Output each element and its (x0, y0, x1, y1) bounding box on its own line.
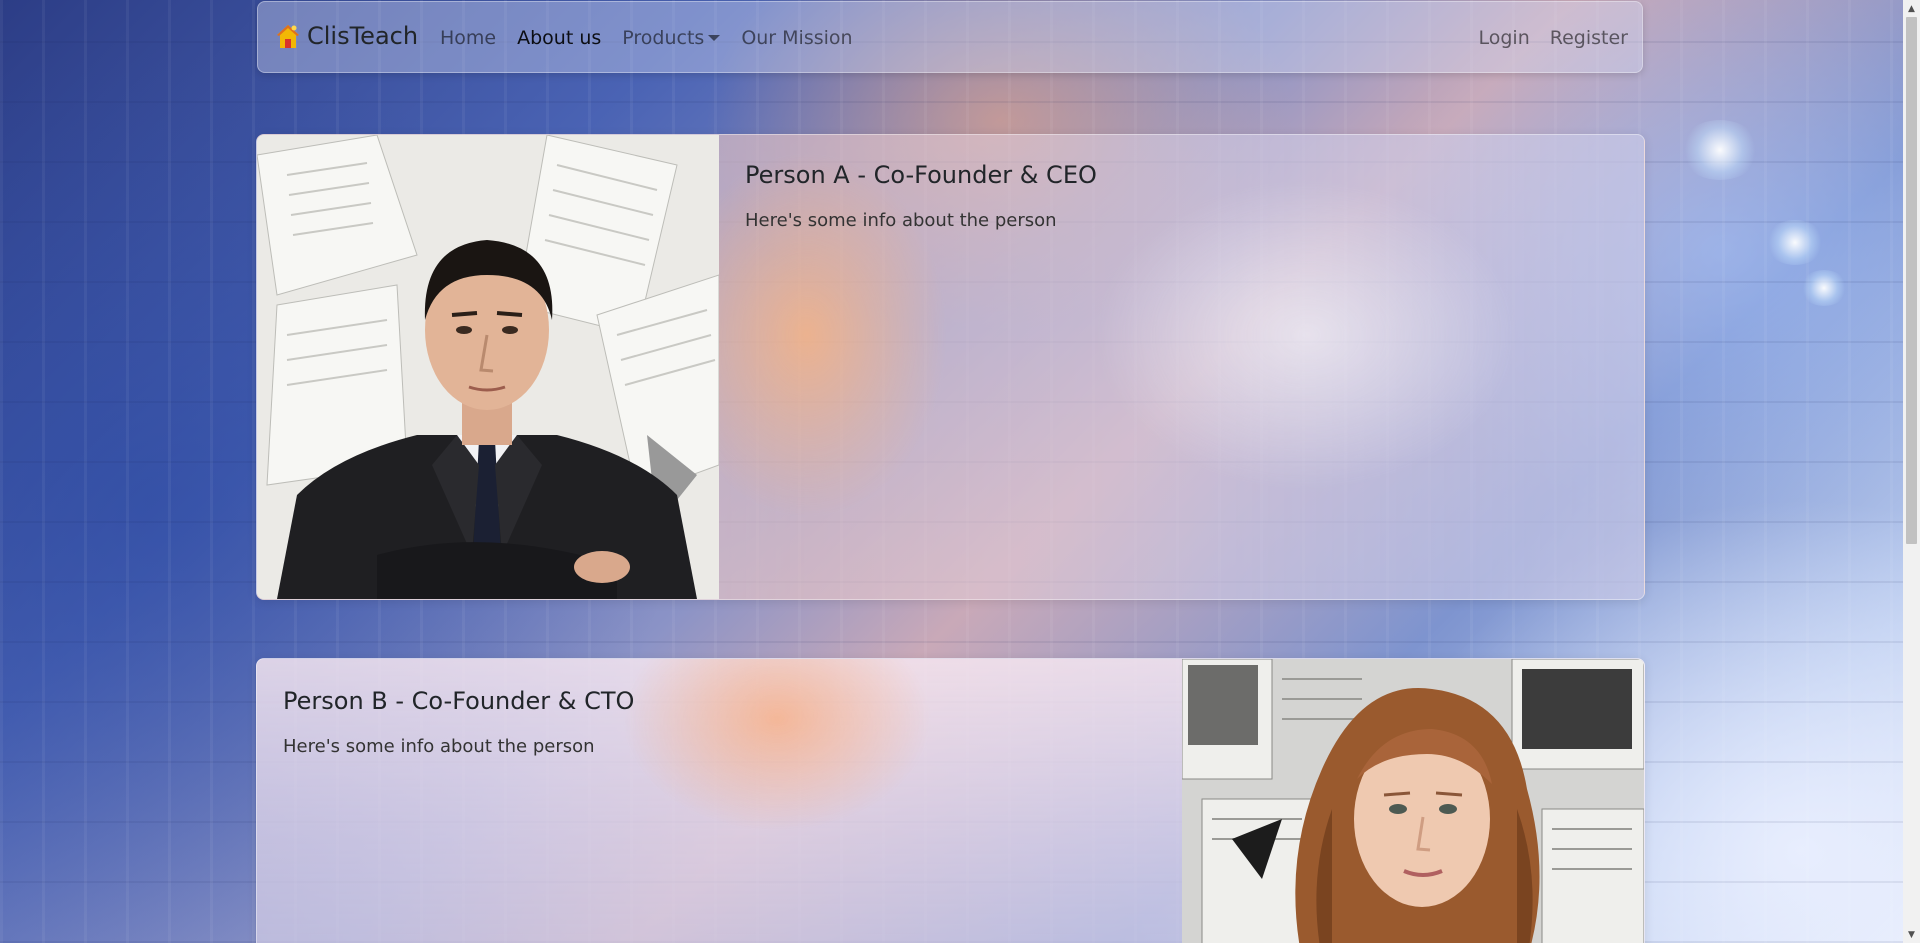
caret-down-icon (708, 35, 721, 41)
cto-card-title: Person B - Co-Founder & CTO (283, 687, 635, 715)
ceiling-light (1800, 270, 1848, 306)
scroll-up-arrow-icon[interactable]: ▲ (1903, 0, 1920, 17)
brand-name: ClisTeach (307, 22, 419, 50)
nav-about-us[interactable]: About us (517, 27, 601, 49)
team-card-ceo: Person A - Co-Founder & CEO Here's some … (256, 134, 1645, 600)
ceo-portrait-image (257, 135, 719, 599)
nav-products-dropdown[interactable]: Products (622, 27, 721, 49)
cto-portrait-image (1182, 659, 1644, 943)
ceo-card-title: Person A - Co-Founder & CEO (745, 161, 1097, 189)
nav-register[interactable]: Register (1550, 27, 1628, 49)
nav-our-mission[interactable]: Our Mission (741, 27, 852, 49)
cto-photo (1182, 659, 1644, 943)
ceiling-light (1765, 220, 1825, 265)
scrollbar-thumb[interactable] (1906, 17, 1917, 544)
ceo-card-text: Here's some info about the person (745, 210, 1057, 231)
vertical-scrollbar[interactable]: ▲ ▼ (1903, 0, 1920, 943)
cto-card-text: Here's some info about the person (283, 736, 595, 757)
nav-login[interactable]: Login (1479, 27, 1530, 49)
auth-nav: Login Register (1459, 27, 1629, 49)
brand-link[interactable]: ClisTeach (275, 22, 418, 50)
nav-products-label: Products (622, 27, 705, 49)
team-card-cto: Person B - Co-Founder & CTO Here's some … (256, 658, 1645, 943)
nav-home[interactable]: Home (440, 27, 496, 49)
ceiling-light (1680, 120, 1760, 180)
house-logo-icon (277, 25, 299, 48)
scroll-down-arrow-icon[interactable]: ▼ (1903, 926, 1920, 943)
main-nav: Home About us Products Our Mission (440, 27, 874, 49)
page-background: ClisTeach Home About us Products Our Mis… (0, 0, 1920, 943)
top-navbar: ClisTeach Home About us Products Our Mis… (257, 1, 1643, 73)
ceo-photo (257, 135, 719, 599)
